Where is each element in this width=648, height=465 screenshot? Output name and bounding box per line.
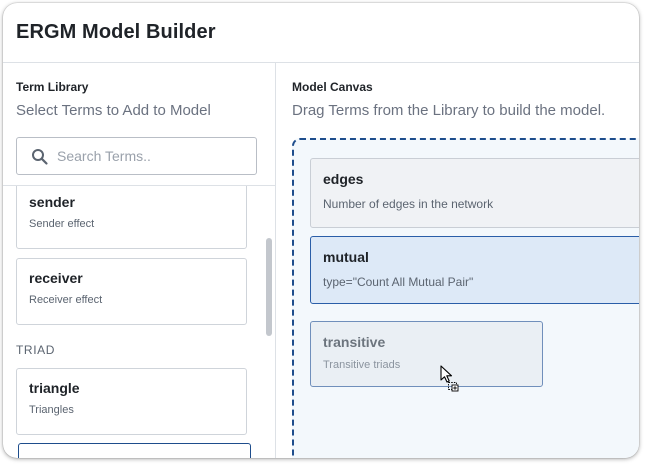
term-card-receiver[interactable]: receiver Receiver effect <box>16 258 247 325</box>
term-card-sender[interactable]: sender Sender effect <box>16 186 247 249</box>
term-library-title: Term Library <box>16 80 89 94</box>
canvas-term-edges[interactable]: edges Number of edges in the network <box>310 158 639 228</box>
term-name: triangle <box>29 380 80 396</box>
drag-copy-cursor-icon <box>440 365 459 392</box>
search-input[interactable] <box>57 138 247 174</box>
app-title: ERGM Model Builder <box>16 21 216 43</box>
model-canvas-title: Model Canvas <box>292 80 373 94</box>
app-window: ERGM Model Builder Term Library Select T… <box>3 3 639 458</box>
term-card-triangle[interactable]: triangle Triangles <box>16 368 247 435</box>
model-canvas-subtitle: Drag Terms from the Library to build the… <box>292 102 606 119</box>
term-name: mutual <box>323 249 369 265</box>
term-description: Sender effect <box>29 218 95 230</box>
library-scrollbar[interactable] <box>265 186 273 458</box>
scrollbar-thumb[interactable] <box>266 238 272 336</box>
term-library-subtitle: Select Terms to Add to Model <box>16 102 211 119</box>
model-canvas-dropzone[interactable]: edges Number of edges in the network mut… <box>292 138 639 458</box>
dragging-term-transitive[interactable]: transitive Transitive triads <box>310 321 543 387</box>
term-name: receiver <box>29 270 83 286</box>
term-description: Triangles <box>29 404 74 416</box>
canvas-term-mutual[interactable]: mutual type="Count All Mutual Pair" <box>310 236 639 304</box>
term-description: type="Count All Mutual Pair" <box>323 275 474 289</box>
app-header: ERGM Model Builder <box>3 3 639 63</box>
term-description: Receiver effect <box>29 294 103 306</box>
section-label-triad: TRIAD <box>16 343 55 357</box>
term-card-transitive-placeholder[interactable] <box>18 443 251 458</box>
term-name: transitive <box>323 334 386 350</box>
search-box[interactable] <box>16 137 257 175</box>
term-list[interactable]: sender Sender effect receiver Receiver e… <box>3 186 275 458</box>
term-description: Transitive triads <box>323 359 401 371</box>
search-icon <box>32 149 48 165</box>
term-name: edges <box>323 171 364 187</box>
panel-divider <box>275 62 276 458</box>
term-name: sender <box>29 194 75 210</box>
term-description: Number of edges in the network <box>323 197 494 211</box>
